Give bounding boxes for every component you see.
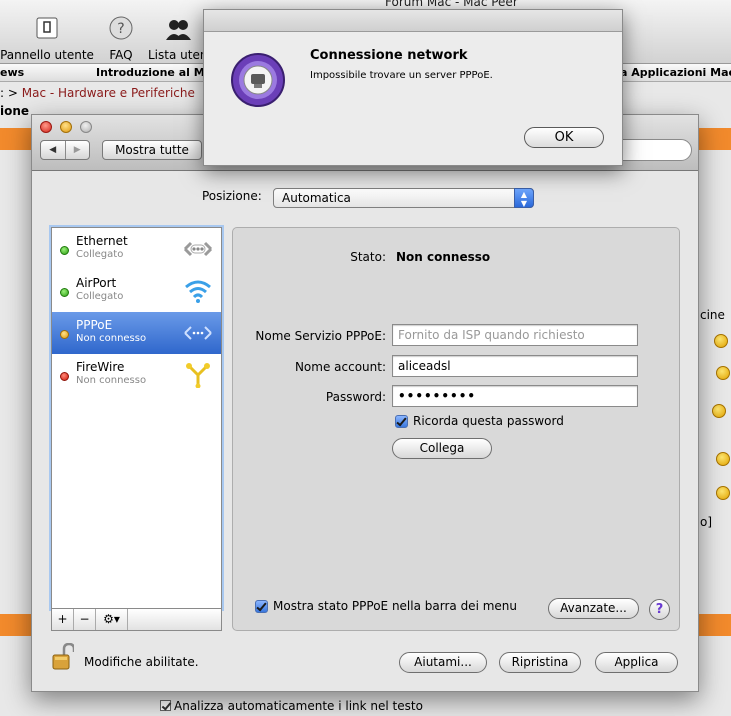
service-detail-panel: Stato: Non connesso Nome Servizio PPPoE:… — [232, 227, 680, 631]
ok-button[interactable]: OK — [524, 127, 604, 148]
status-label: Stato: — [350, 250, 386, 264]
status-dot-icon — [60, 330, 69, 339]
assist-me-button[interactable]: Aiutami... — [399, 652, 487, 673]
nav-item-news[interactable]: ews — [0, 66, 24, 79]
side-text: cine — [700, 308, 725, 322]
dialog-titlebar — [204, 10, 622, 32]
help-button[interactable]: ? — [649, 599, 670, 620]
nav-item-apps[interactable]: a Applicazioni Mac — [620, 66, 731, 79]
side-bracket: o] — [700, 515, 713, 529]
dialog-message: Impossibile trovare un server PPPoE. — [310, 70, 493, 81]
emoji-icon[interactable] — [716, 452, 730, 466]
orange-bar-left-bottom — [0, 614, 31, 636]
ethernet-icon — [183, 241, 213, 257]
service-item-pppoe[interactable]: PPPoE Non connesso — [52, 312, 221, 354]
alert-dialog: Connessione network Impossibile trovare … — [203, 9, 623, 166]
show-all-button[interactable]: Mostra tutte — [102, 140, 202, 160]
location-popup[interactable]: Automatica ▲ ▼ — [273, 188, 534, 208]
minimize-button[interactable] — [60, 121, 72, 133]
emoji-icon[interactable] — [716, 486, 730, 500]
toolbar-label-user-panel: Pannello utente — [0, 48, 94, 62]
account-label: Nome account: — [294, 360, 386, 374]
forward-arrow-icon[interactable]: ▶ — [66, 141, 90, 159]
remember-password-checkbox[interactable] — [395, 415, 408, 428]
password-label: Password: — [325, 390, 386, 404]
footer-checkbox-row[interactable]: Analizza automaticamente i link nel test… — [160, 699, 423, 713]
service-item-ethernet[interactable]: Ethernet Collegato — [52, 228, 221, 270]
service-name: AirPort — [76, 276, 117, 290]
zoom-button[interactable] — [80, 121, 92, 133]
emoji-icon[interactable] — [712, 404, 726, 418]
add-service-button[interactable]: + — [52, 609, 74, 630]
network-preferences-window: ◀ ▶ Mostra tutte Posizione: Automatica ▲… — [31, 114, 699, 692]
background-page-title: Forum Mac - Mac Peer — [385, 0, 518, 9]
location-value: Automatica — [282, 191, 351, 205]
orange-bar-left — [0, 128, 31, 150]
service-status: Non connesso — [76, 333, 147, 344]
svg-text:?: ? — [117, 21, 124, 37]
status-dot-icon — [60, 246, 69, 255]
apply-button[interactable]: Applica — [595, 652, 678, 673]
orange-bar-right — [699, 128, 731, 150]
service-item-firewire[interactable]: FireWire Non connesso — [52, 354, 221, 396]
close-button[interactable] — [40, 121, 52, 133]
nav-item-intro[interactable]: Introduzione al Ma — [96, 66, 212, 79]
footer-checkbox-label: Analizza automaticamente i link nel test… — [174, 699, 423, 713]
service-list: Ethernet Collegato AirPort Collegato PPP… — [51, 227, 222, 609]
orange-bar-right-bottom — [699, 614, 731, 636]
section-heading: ione — [0, 104, 30, 118]
breadcrumb-prefix: : > — [0, 86, 18, 100]
show-status-menu-checkbox[interactable] — [255, 600, 268, 613]
toolbar-label-faq: FAQ — [109, 48, 133, 62]
show-status-menu-label: Mostra stato PPPoE nella barra dei menu — [273, 599, 517, 613]
back-arrow-icon[interactable]: ◀ — [41, 141, 66, 159]
breadcrumb: : > Mac - Hardware e Periferiche — [0, 86, 195, 100]
service-name: Ethernet — [76, 234, 128, 248]
emoji-icon[interactable] — [714, 334, 728, 348]
connect-button[interactable]: Collega — [392, 438, 492, 459]
checkbox-icon[interactable] — [160, 700, 171, 711]
firewire-icon — [186, 363, 210, 388]
service-name-label: Nome Servizio PPPoE: — [255, 329, 386, 343]
popup-arrows-icon: ▲ ▼ — [514, 188, 534, 208]
service-status: Non connesso — [76, 375, 147, 386]
user-panel-icon — [36, 17, 58, 39]
back-forward-control[interactable]: ◀ ▶ — [40, 140, 90, 160]
location-label: Posizione: — [202, 189, 262, 203]
emoji-icon[interactable] — [716, 366, 730, 380]
network-connect-icon — [231, 53, 285, 107]
users-icon — [166, 20, 191, 40]
remember-password-label: Ricorda questa password — [413, 414, 564, 428]
service-status: Collegato — [76, 249, 124, 260]
dialog-title: Connessione network — [310, 48, 468, 63]
revert-button[interactable]: Ripristina — [499, 652, 581, 673]
status-dot-icon — [60, 372, 69, 381]
service-status: Collegato — [76, 291, 124, 302]
faq-icon: ? — [109, 16, 133, 40]
status-dot-icon — [60, 288, 69, 297]
service-name: FireWire — [76, 360, 125, 374]
password-field[interactable]: ••••••••• — [392, 385, 638, 407]
lock-open-icon[interactable] — [52, 643, 74, 671]
service-name-field[interactable]: Fornito da ISP quando richiesto — [392, 324, 638, 346]
status-value: Non connesso — [396, 250, 491, 264]
service-item-airport[interactable]: AirPort Collegato — [52, 270, 221, 312]
advanced-button[interactable]: Avanzate... — [548, 598, 639, 619]
gear-menu-button[interactable]: ⚙▾ — [96, 609, 128, 630]
breadcrumb-link[interactable]: Mac - Hardware e Periferiche — [22, 86, 195, 100]
service-name: PPPoE — [76, 318, 113, 332]
remove-service-button[interactable]: − — [74, 609, 96, 630]
airport-wifi-icon — [185, 280, 211, 303]
account-field[interactable]: aliceadsl — [392, 355, 638, 377]
toolbar-faq-button[interactable]: ? FAQ — [104, 16, 138, 62]
service-list-toolbar: + − ⚙▾ — [51, 609, 222, 631]
lock-label: Modifiche abilitate. — [84, 655, 199, 669]
toolbar-user-panel-button[interactable]: Pannello utente — [0, 16, 94, 62]
pppoe-icon — [184, 326, 212, 340]
